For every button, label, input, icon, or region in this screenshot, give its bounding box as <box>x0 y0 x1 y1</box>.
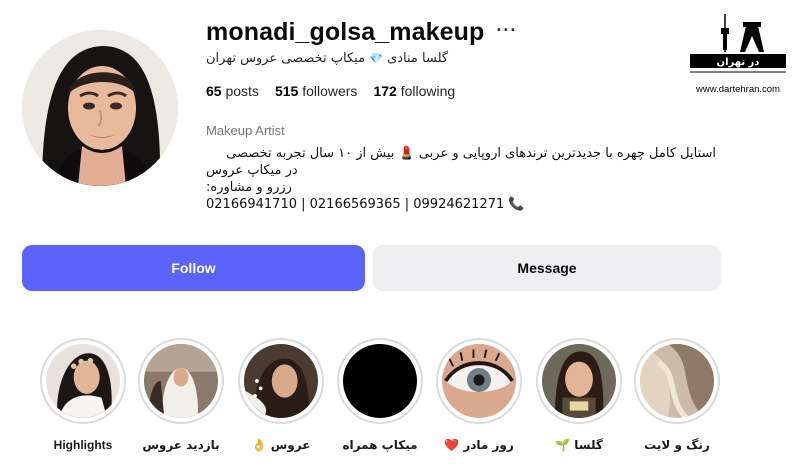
full-name-text: گلسا منادی <box>387 51 449 66</box>
highlight-label: بازدید عروس <box>142 438 220 452</box>
highlight-label: گلسا 🌱 <box>555 438 603 452</box>
followers-count: 515 <box>274 83 299 99</box>
hair-color-photo-icon <box>640 344 714 418</box>
bio-line-3: رزرو و مشاوره: <box>206 180 292 195</box>
highlight-label: Highlights <box>53 438 113 452</box>
full-name-rest: میکاپ تخصصی عروس تهران <box>206 51 366 66</box>
message-button[interactable]: Message <box>373 245 721 291</box>
bio-line-1: استایل کامل چهره با جدیدترین ترندهای ارو… <box>206 145 716 162</box>
more-options-icon[interactable]: ··· <box>496 21 517 39</box>
following-label: following <box>400 83 456 99</box>
bio-line-1-text: استایل کامل چهره با جدیدترین ترندهای ارو… <box>418 146 716 161</box>
tehran-tower-logo-icon: در تهران <box>690 14 786 73</box>
bio-phones: 02166941710 | 02166569365 | 09924621271 … <box>206 196 726 213</box>
posts-stat[interactable]: 65 posts <box>206 83 259 99</box>
profile-category: Makeup Artist <box>206 123 285 138</box>
phone-numbers: 02166941710 | 02166569365 | 09924621271 <box>206 197 505 212</box>
logo-text: در تهران <box>717 57 760 68</box>
followers-label: followers <box>302 83 358 99</box>
gem-icon: 💎 <box>369 52 383 65</box>
highlight-item[interactable]: گلسا 🌱 <box>534 338 624 452</box>
watermark-logo: در تهران www.dartehran.com <box>688 12 788 96</box>
highlight-label: عروس 👌 <box>251 438 311 452</box>
selfie-photo-icon <box>542 344 616 418</box>
lipstick-icon: 💄 <box>398 146 415 161</box>
following-count: 172 <box>373 83 397 99</box>
eye-closeup-photo-icon <box>442 344 516 418</box>
bride-photo-icon <box>244 344 318 418</box>
bride-portrait-photo-icon <box>46 344 120 418</box>
avatar-photo <box>22 30 178 186</box>
watermark-site: www.dartehran.com <box>696 84 780 95</box>
bio-line-2: در میکاپ عروس <box>206 163 298 178</box>
profile-username: monadi_golsa_makeup <box>206 17 485 46</box>
phone-icon: 📞 <box>508 197 525 212</box>
profile-bio: استایل کامل چهره با جدیدترین ترندهای ارو… <box>206 145 726 213</box>
profile-avatar[interactable] <box>22 30 178 186</box>
highlight-item[interactable]: Highlights <box>38 338 128 452</box>
black-cover-icon <box>343 344 417 418</box>
profile-full-name: گلسا منادی 💎 میکاپ تخصصی عروس تهران <box>206 51 448 66</box>
highlight-label: روز مادر ❤️ <box>444 438 514 452</box>
highlight-item[interactable]: میکاپ همراه <box>335 338 425 452</box>
bio-line-1-tail: بیش از ۱۰ سال تجربه تخصصی <box>226 146 395 161</box>
followers-stat[interactable]: 515 followers <box>275 83 358 99</box>
highlight-label: رنگ و لایت <box>644 438 710 452</box>
follow-button[interactable]: Follow <box>22 245 365 291</box>
story-highlights: رنگ و لایت گلسا 🌱 روز مادر ❤️ میکاپ همرا… <box>36 338 726 464</box>
posts-label: posts <box>225 83 259 99</box>
bride-visit-photo-icon <box>144 344 218 418</box>
following-stat[interactable]: 172 following <box>373 83 455 99</box>
profile-stats: 65 posts 515 followers 172 following <box>206 83 455 99</box>
highlight-item[interactable]: رنگ و لایت <box>632 338 722 452</box>
highlight-label: میکاپ همراه <box>342 438 418 452</box>
highlight-item[interactable]: بازدید عروس <box>136 338 226 452</box>
highlight-item[interactable]: روز مادر ❤️ <box>434 338 524 452</box>
posts-count: 65 <box>206 83 222 99</box>
highlight-item[interactable]: عروس 👌 <box>236 338 326 452</box>
